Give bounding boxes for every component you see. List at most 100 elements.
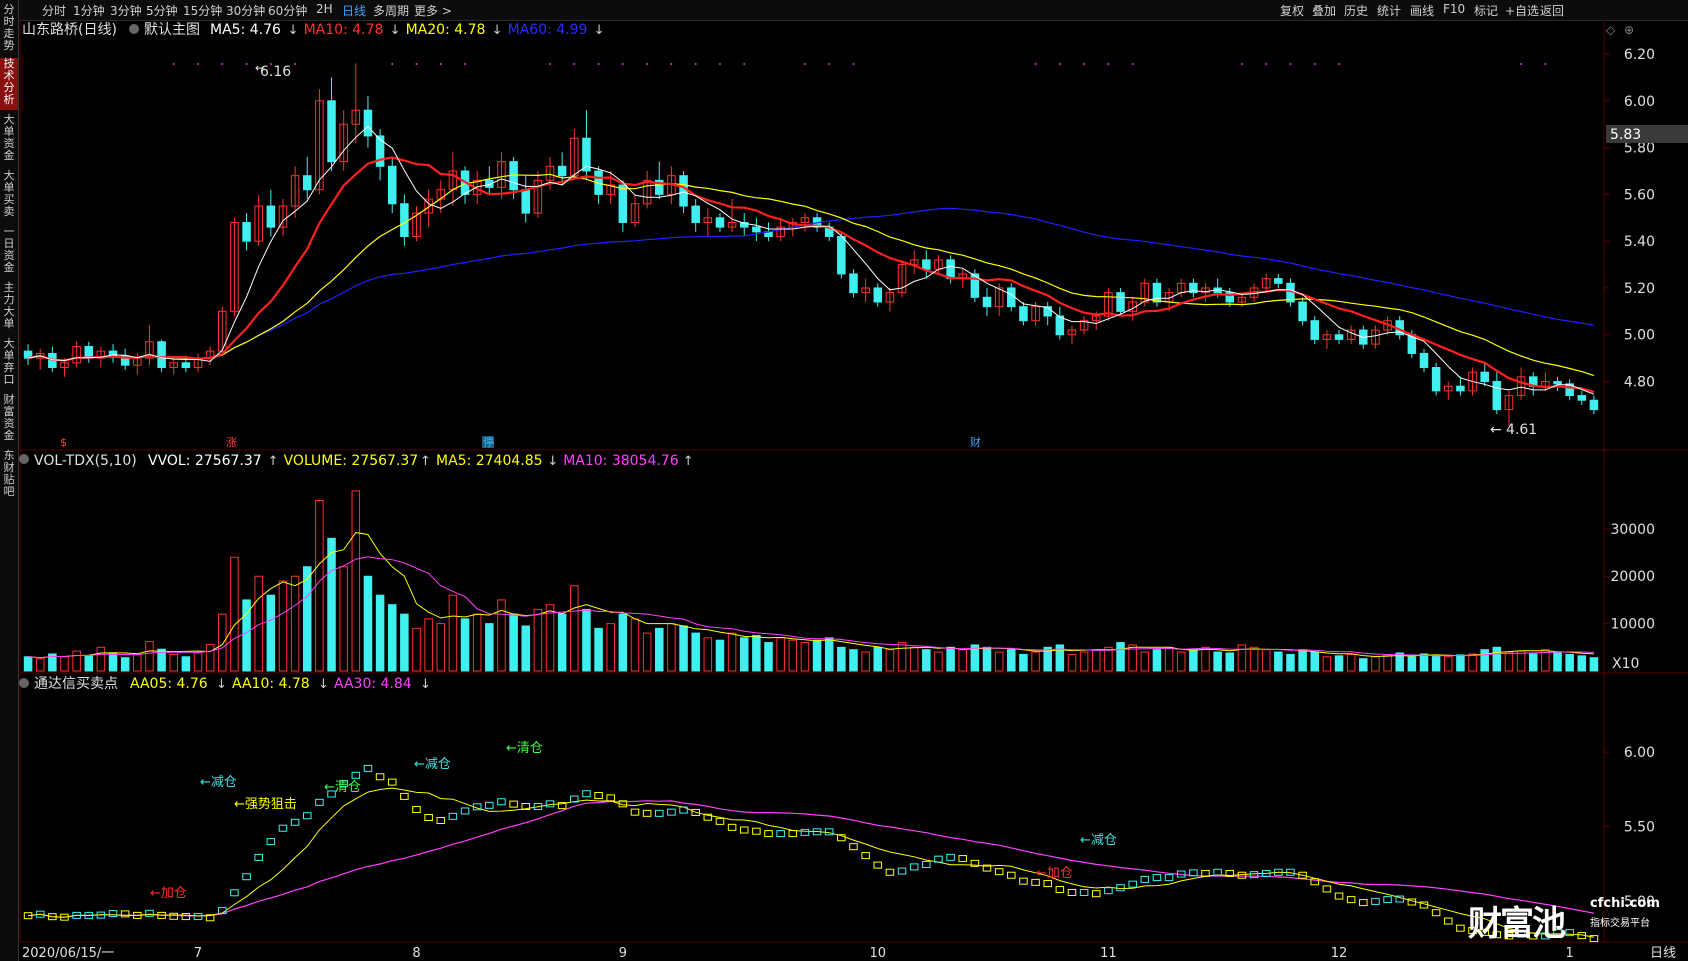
aa05-box — [909, 863, 919, 871]
signal-lines — [23, 764, 1599, 943]
aa05-box — [400, 792, 409, 800]
aa05-box — [1104, 887, 1113, 895]
signal-anno-jiancang-3: ←减仓 — [1080, 833, 1117, 848]
volume-bar — [290, 575, 300, 672]
low-arrow: ← — [1490, 422, 1502, 438]
vol-legend-item: MA5: 27404.85 — [436, 453, 543, 469]
aa05-box — [1140, 875, 1150, 883]
volume-bar — [1225, 652, 1235, 672]
volume-bar — [1286, 653, 1295, 672]
signal-dropdown-icon[interactable] — [19, 678, 29, 688]
aa05-box — [120, 910, 130, 918]
volume-bar — [1383, 654, 1392, 672]
volume-bar — [133, 654, 142, 672]
template-dropdown-icon[interactable] — [129, 24, 139, 34]
candle-body — [1334, 334, 1344, 340]
aa05-box — [1431, 909, 1441, 917]
kline-chart[interactable]: 山东路桥(日线) 默认主图 MA5: 4.76 ↓ MA10: 4.78 ↓ MA20:… — [0, 0, 1688, 961]
volume-bar — [1419, 653, 1429, 672]
volume-axis: 30000 20000 10000 — [1604, 522, 1655, 633]
volume-bar — [1334, 655, 1344, 672]
candle-body — [873, 287, 883, 303]
candle-body — [266, 205, 276, 228]
period-label: 日线 — [1650, 946, 1676, 961]
volume-bar — [218, 613, 227, 672]
aa05-box — [667, 808, 676, 816]
watermark-domain: cfchi.com — [1590, 896, 1660, 911]
signal-anno-qingcang-2: ←清仓 — [506, 741, 543, 756]
candle-body — [715, 217, 725, 228]
x-axis-month-label: 7 — [194, 946, 202, 961]
volume-bar — [1007, 649, 1016, 672]
signal-anno-qiangshi: ←强势狙击 — [234, 796, 297, 812]
vol-dropdown-icon[interactable] — [19, 454, 29, 464]
aa05-box — [764, 830, 773, 838]
volume-bar — [351, 490, 361, 672]
signal-title: 通达信买卖点 — [34, 676, 118, 692]
event-dot — [172, 63, 175, 65]
event-dot — [1131, 63, 1134, 65]
template-label[interactable]: 默认主图 — [144, 22, 200, 38]
event-marker-dollar[interactable]: $ — [60, 436, 67, 449]
volume-bar — [776, 637, 785, 672]
volume-bar — [424, 618, 433, 672]
volume-bar — [582, 608, 591, 672]
event-marker-cai[interactable]: 财 — [970, 435, 981, 449]
volume-bar — [715, 639, 725, 672]
candle-body — [327, 100, 336, 163]
event-dot — [1058, 63, 1061, 65]
candle-body — [1310, 320, 1320, 340]
volume-bar — [752, 634, 761, 672]
event-dot — [221, 63, 224, 65]
candle-body — [1589, 399, 1599, 411]
aa05-box — [922, 861, 931, 869]
aa05-box — [1043, 880, 1052, 888]
aa05-box — [824, 828, 834, 836]
aa05-box — [1116, 884, 1125, 892]
aa05-box — [254, 853, 263, 861]
volume-bar — [302, 566, 312, 672]
event-dot — [464, 63, 467, 65]
candle-body — [387, 165, 397, 205]
vol-tick-label: 30000 — [1610, 522, 1655, 538]
event-dot — [573, 63, 576, 65]
candle-body — [1298, 301, 1307, 322]
price-tick-label: 6.20 — [1624, 47, 1655, 63]
event-dot — [646, 63, 649, 65]
vol-legend-item: VVOL: 27567.37 — [148, 453, 262, 469]
volume-bar — [1346, 653, 1356, 672]
aa05-box — [642, 809, 652, 817]
aa05-box — [1079, 888, 1089, 896]
event-dot — [294, 63, 297, 65]
candle-body — [1456, 385, 1465, 392]
volume-bar — [630, 618, 640, 672]
aa05-box — [1164, 874, 1174, 882]
volume-bars — [23, 490, 1599, 672]
volume-bar — [594, 627, 603, 672]
event-marker-ting[interactable]: 停 — [483, 435, 494, 449]
volume-bar — [448, 594, 458, 672]
candle-body — [982, 296, 992, 308]
candle-body — [1055, 315, 1065, 336]
volume-bar — [909, 646, 919, 672]
signal-legend-item: AA10: 4.78 — [232, 676, 310, 692]
price-tick-label: 5.20 — [1624, 281, 1655, 297]
aa05-box — [509, 800, 518, 808]
x-axis-labels: 7 8 9 10 11 12 1 — [194, 946, 1574, 961]
signal-axis: 6.005.505.00 — [1604, 745, 1655, 910]
event-dot — [1520, 63, 1523, 65]
price-tick-label: 5.80 — [1624, 141, 1655, 157]
aa05-box — [1007, 871, 1016, 879]
volume-bar — [679, 625, 688, 672]
signal-legend-item: AA05: 4.76 — [130, 676, 208, 692]
volume-bar — [1480, 649, 1489, 672]
aa05-box — [1213, 868, 1222, 876]
candle-body — [181, 362, 191, 368]
candle-body — [1577, 395, 1587, 401]
event-marker-zhang[interactable]: 涨 — [226, 436, 237, 449]
price-tick-label: 5.60 — [1624, 187, 1655, 203]
aa05-box — [715, 817, 725, 825]
aa05-box — [873, 861, 883, 869]
ma10-line — [27, 156, 1595, 394]
volume-bar — [557, 613, 567, 672]
